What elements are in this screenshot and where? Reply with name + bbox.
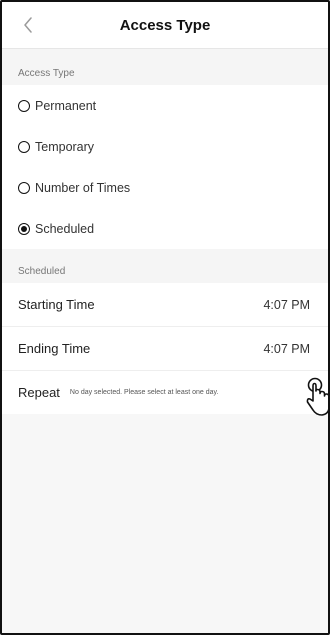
repeat-hint: No day selected. Please select at least …	[69, 389, 219, 396]
option-permanent[interactable]: Permanent	[2, 85, 328, 126]
hand-pointer-icon	[306, 377, 328, 416]
option-label: Number of Times	[35, 180, 131, 195]
empty-area	[2, 414, 328, 633]
option-label: Temporary	[35, 139, 95, 154]
option-scheduled[interactable]: Scheduled	[2, 208, 328, 249]
repeat-label: Repeat	[18, 385, 60, 400]
ending-time-label: Ending Time	[18, 341, 91, 356]
option-label: Permanent	[35, 98, 97, 113]
ending-time-value: 4:07 PM	[263, 341, 310, 356]
back-button[interactable]	[16, 12, 40, 38]
starting-time-value: 4:07 PM	[263, 297, 310, 312]
page-title: Access Type	[119, 16, 211, 34]
ending-time-row[interactable]: Ending Time 4:07 PM	[2, 327, 328, 371]
chevron-left-icon	[24, 17, 32, 33]
radio-unselected-icon	[18, 99, 30, 112]
access-type-options: Permanent Temporary Number of Times Sche…	[2, 85, 328, 249]
app-frame: Access Type Access Type Permanent Tempor…	[0, 0, 330, 635]
radio-unselected-icon	[18, 181, 30, 194]
repeat-row[interactable]: Repeat No day selected. Please select at…	[2, 371, 328, 416]
starting-time-row[interactable]: Starting Time 4:07 PM	[2, 283, 328, 327]
option-number-of-times[interactable]: Number of Times	[2, 167, 328, 208]
option-label: Scheduled	[35, 221, 95, 236]
section-header-scheduled: Scheduled	[2, 249, 328, 283]
starting-time-label: Starting Time	[18, 297, 95, 312]
radio-selected-icon	[18, 222, 30, 235]
section-header-access-type: Access Type	[2, 49, 328, 85]
option-temporary[interactable]: Temporary	[2, 126, 328, 167]
header-bar: Access Type	[2, 2, 328, 49]
radio-unselected-icon	[18, 140, 30, 153]
scheduled-list: Starting Time 4:07 PM Ending Time 4:07 P…	[2, 283, 328, 416]
